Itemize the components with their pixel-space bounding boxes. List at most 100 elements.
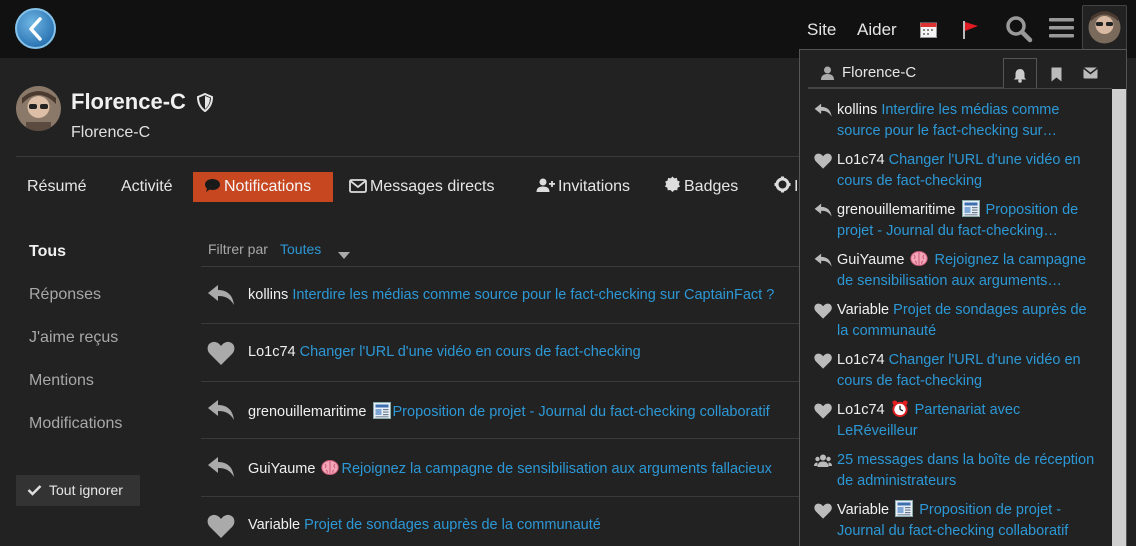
panel-username: Florence-C xyxy=(842,64,917,81)
panel-notification-text[interactable]: kollins Interdire les médias comme source… xyxy=(837,100,1109,142)
user-avatar-button[interactable] xyxy=(1082,5,1127,50)
panel-notification-item[interactable]: Lo1c74 Changer l'URL d'une vidéo en cours… xyxy=(814,350,1109,392)
panel-notification-username: GuiYaume xyxy=(837,252,905,268)
panel-notification-item[interactable]: 25 messages dans la boîte de réception de… xyxy=(814,450,1109,492)
newspaper-emoji-icon xyxy=(372,401,391,419)
flag-icon[interactable] xyxy=(962,20,980,44)
notification-row[interactable]: Lo1c74 Changer l'URL d'une vidéo en cour… xyxy=(201,323,801,380)
search-icon[interactable] xyxy=(1005,15,1033,48)
notification-text[interactable]: kollins Interdire les médias comme sourc… xyxy=(248,287,774,303)
panel-notification-topic-cont[interactable]: projet - Journal du fact-checking… xyxy=(837,223,1058,239)
panel-tab-bookmarks[interactable] xyxy=(1039,58,1073,89)
panel-notification-topic[interactable]: Interdire les médias comme xyxy=(881,102,1059,118)
tab-activity-label: Activité xyxy=(121,178,173,195)
reply-icon xyxy=(814,103,832,124)
panel-scrollbar[interactable] xyxy=(1112,89,1126,546)
panel-notification-topic-cont[interactable]: la communauté xyxy=(837,323,936,339)
filter-likes-received[interactable]: J'aime reçus xyxy=(29,329,118,347)
caret-down-icon[interactable] xyxy=(338,246,350,264)
notification-topic-link[interactable]: Proposition de projet - Journal du fact-… xyxy=(393,404,770,420)
panel-notification-text[interactable]: grenouillemaritime Proposition de projet … xyxy=(837,200,1109,242)
panel-notification-text[interactable]: GuiYaume Rejoignez la campagne de sensibi… xyxy=(837,250,1109,292)
panel-notification-topic[interactable]: 25 messages dans la boîte de réception xyxy=(837,452,1094,468)
notification-text[interactable]: grenouillemaritime Proposition de projet… xyxy=(248,401,770,420)
panel-notification-text[interactable]: Variable Proposition de projet - Journal … xyxy=(837,500,1109,542)
heart-icon xyxy=(814,153,832,176)
panel-notification-topic-cont[interactable]: de sensibilisation aux arguments… xyxy=(837,273,1062,289)
filter-mentions[interactable]: Mentions xyxy=(29,372,94,390)
ignore-all-button[interactable]: Tout ignorer xyxy=(16,475,140,506)
panel-notification-topic-cont[interactable]: LeRéveilleur xyxy=(837,423,918,439)
panel-notification-text[interactable]: 25 messages dans la boîte de réception de… xyxy=(837,450,1109,492)
notification-text[interactable]: GuiYaume Rejoignez la campagne de sensib… xyxy=(248,459,772,477)
panel-notification-topic[interactable]: Changer l'URL d'une vidéo en xyxy=(889,152,1081,168)
panel-notification-username: Variable xyxy=(837,502,890,518)
panel-notification-text[interactable]: Lo1c74 Partenariat avec LeRéveilleur xyxy=(837,400,1109,442)
panel-notification-username: Variable xyxy=(837,302,890,318)
calendar-icon[interactable] xyxy=(920,21,937,43)
panel-user-link[interactable]: Florence-C xyxy=(808,58,1003,88)
filter-edits[interactable]: Modifications xyxy=(29,415,122,433)
tab-notifications[interactable]: Notifications xyxy=(193,172,333,202)
panel-notification-text[interactable]: Variable Projet de sondages auprès de la … xyxy=(837,300,1109,342)
notification-row[interactable]: kollins Interdire les médias comme sourc… xyxy=(201,266,801,323)
panel-notification-item[interactable]: grenouillemaritime Proposition de projet … xyxy=(814,200,1109,242)
filter-select[interactable]: Toutes xyxy=(280,241,321,257)
notification-topic-link[interactable]: Rejoignez la campagne de sensibilisation… xyxy=(341,461,771,477)
panel-notification-topic-cont[interactable]: source pour le fact-checking sur… xyxy=(837,123,1057,139)
group-icon xyxy=(814,453,832,474)
panel-tab-messages[interactable] xyxy=(1073,58,1107,89)
panel-notification-topic-cont[interactable]: cours de fact-checking xyxy=(837,173,982,189)
filter-all[interactable]: Tous xyxy=(29,243,66,261)
panel-notification-item[interactable]: Lo1c74 Changer l'URL d'une vidéo en cours… xyxy=(814,150,1109,192)
back-home-logo[interactable] xyxy=(15,8,56,49)
notification-row[interactable]: Variable Projet de sondages auprès de la… xyxy=(201,495,801,546)
notification-topic-link[interactable]: Projet de sondages auprès de la communau… xyxy=(304,517,601,533)
panel-notification-item[interactable]: Variable Projet de sondages auprès de la … xyxy=(814,300,1109,342)
panel-notification-topic[interactable]: Proposition de projet - xyxy=(919,502,1061,518)
hamburger-menu-icon[interactable] xyxy=(1049,17,1074,44)
filter-label: Filtrer par xyxy=(208,241,268,257)
help-link[interactable]: Aider xyxy=(857,20,897,40)
panel-notification-username: Lo1c74 xyxy=(837,352,885,368)
notification-topic-link[interactable]: Interdire les médias comme source pour l… xyxy=(292,287,774,303)
notification-row[interactable]: GuiYaume Rejoignez la campagne de sensib… xyxy=(201,438,801,495)
filter-replies[interactable]: Réponses xyxy=(29,286,101,304)
panel-tab-notifications[interactable] xyxy=(1003,58,1037,89)
panel-notification-topic[interactable]: Rejoignez la campagne xyxy=(935,252,1087,268)
panel-notification-topic-cont[interactable]: de administrateurs xyxy=(837,473,956,489)
user-icon xyxy=(821,66,834,80)
notification-row[interactable]: grenouillemaritime Proposition de projet… xyxy=(201,380,801,438)
tab-activity[interactable]: Activité xyxy=(110,172,184,202)
tab-direct-messages[interactable]: Messages directs xyxy=(338,172,506,202)
notification-username: GuiYaume xyxy=(248,461,316,478)
panel-notification-username: grenouillemaritime xyxy=(837,202,956,218)
panel-notification-item[interactable]: kollins Interdire les médias comme source… xyxy=(814,100,1109,142)
site-link[interactable]: Site xyxy=(807,20,836,40)
panel-notification-item[interactable]: GuiYaume Rejoignez la campagne de sensibi… xyxy=(814,250,1109,292)
notification-topic-link[interactable]: Changer l'URL d'une vidéo en cours de fa… xyxy=(300,344,641,360)
reply-icon xyxy=(814,203,832,224)
panel-notification-topic[interactable]: Changer l'URL d'une vidéo en xyxy=(889,352,1081,368)
tab-badges[interactable]: Badges xyxy=(653,172,749,202)
reply-icon xyxy=(207,456,235,483)
panel-notification-topic[interactable]: Partenariat avec xyxy=(915,402,1021,418)
certificate-icon xyxy=(665,176,680,192)
notification-text[interactable]: Variable Projet de sondages auprès de la… xyxy=(248,517,601,533)
panel-notification-item[interactable]: Variable Proposition de projet - Journal … xyxy=(814,500,1109,542)
notification-text[interactable]: Lo1c74 Changer l'URL d'une vidéo en cour… xyxy=(248,344,641,360)
tab-invitations[interactable]: Invitations xyxy=(525,172,641,202)
panel-notification-text[interactable]: Lo1c74 Changer l'URL d'une vidéo en cours… xyxy=(837,150,1109,192)
panel-notification-topic-cont[interactable]: Journal du fact-checking collaboratif xyxy=(837,523,1068,539)
tab-direct-messages-label: Messages directs xyxy=(370,178,495,195)
notification-username: Lo1c74 xyxy=(248,344,296,361)
bell-icon xyxy=(1014,69,1026,83)
panel-notification-item[interactable]: Lo1c74 Partenariat avec LeRéveilleur xyxy=(814,400,1109,442)
panel-notification-topic[interactable]: Projet de sondages auprès de xyxy=(893,302,1086,318)
panel-notification-topic[interactable]: Proposition de xyxy=(986,202,1079,218)
newspaper-emoji-icon xyxy=(961,200,980,217)
panel-notification-text[interactable]: Lo1c74 Changer l'URL d'une vidéo en cours… xyxy=(837,350,1109,392)
panel-notification-topic-cont[interactable]: cours de fact-checking xyxy=(837,373,982,389)
brain-emoji-icon xyxy=(910,251,929,266)
tab-summary[interactable]: Résumé xyxy=(16,172,98,202)
